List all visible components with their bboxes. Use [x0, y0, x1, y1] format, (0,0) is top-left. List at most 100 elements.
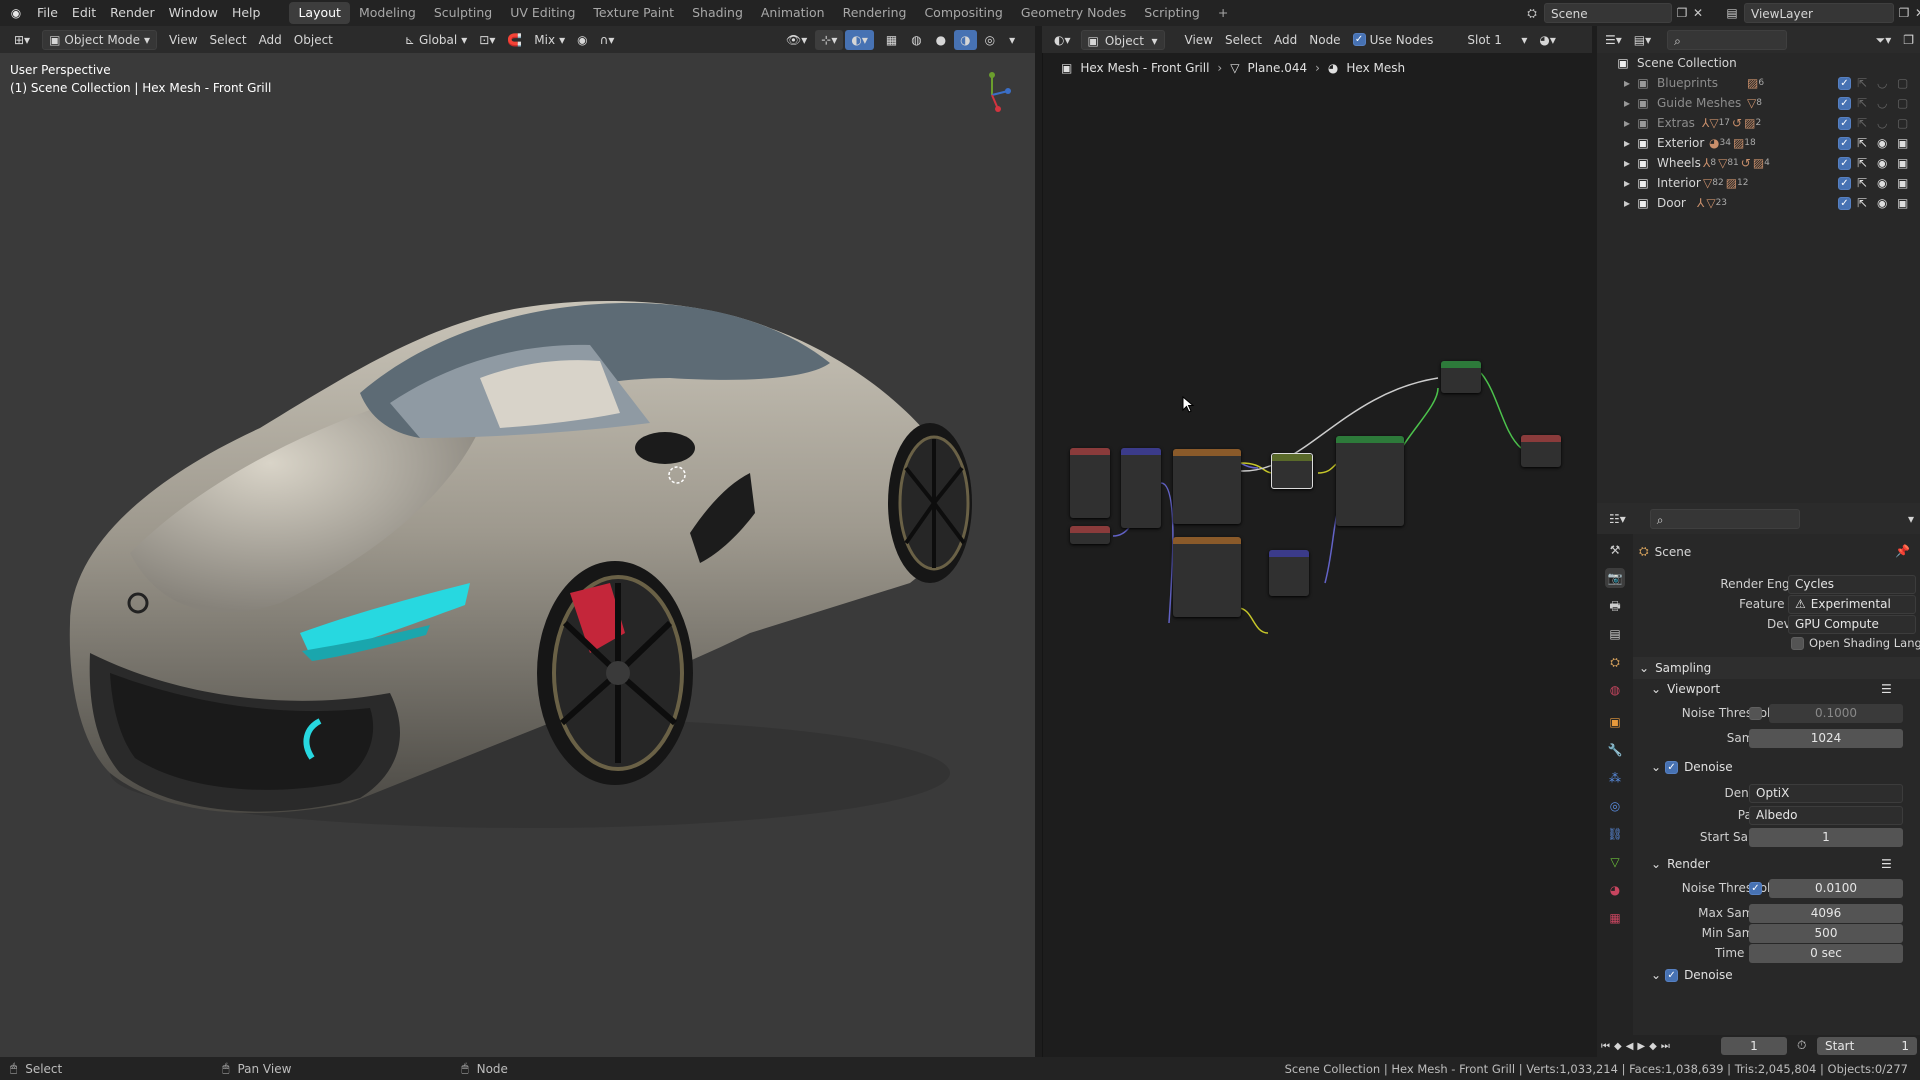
- outliner-item-extras[interactable]: ▸ ▣ Extras ⅄ ▽ 17 ↺ ▨ 2 ✓ ⇱ ◡ ▢: [1597, 113, 1920, 133]
- node-editor-type-icon[interactable]: ◐▾: [1048, 30, 1077, 50]
- jump-end-icon[interactable]: ⏭: [1661, 1041, 1670, 1052]
- solid-shading-icon[interactable]: ●: [930, 30, 952, 50]
- render-toggle-icon[interactable]: ▢: [1897, 116, 1908, 130]
- outliner-item-guide-meshes[interactable]: ▸ ▣ Guide Meshes ▽ 8 ✓ ⇱ ◡ ▢: [1597, 93, 1920, 113]
- workspace-tab-animation[interactable]: Animation: [752, 2, 834, 24]
- hide-toggle-icon[interactable]: ◉: [1877, 176, 1887, 190]
- keyframe-next-icon[interactable]: ◆: [1649, 1041, 1657, 1052]
- list-icon[interactable]: ☰: [1881, 857, 1892, 871]
- workspace-tab-rendering[interactable]: Rendering: [834, 2, 916, 24]
- select-toggle-icon[interactable]: ⇱: [1857, 196, 1867, 210]
- workspace-tab-sculpting[interactable]: Sculpting: [425, 2, 501, 24]
- exclude-checkbox[interactable]: ✓: [1838, 196, 1851, 210]
- use-nodes-checkbox[interactable]: ✓: [1352, 33, 1366, 46]
- viewport-menu-add[interactable]: Add: [253, 30, 288, 50]
- viewport-denoise-subpanel[interactable]: ⌄ ✓ Denoise: [1633, 756, 1920, 778]
- menu-window[interactable]: Window: [162, 0, 225, 26]
- pivot-point-icon[interactable]: ⊡▾: [473, 30, 501, 50]
- node-bump[interactable]: [1269, 550, 1309, 596]
- select-toggle-icon[interactable]: ⇱: [1857, 156, 1867, 170]
- viewport-subpanel-header[interactable]: ⌄ Viewport ☰: [1633, 678, 1920, 700]
- select-toggle-icon[interactable]: ⇱: [1857, 136, 1867, 150]
- node-menu-node[interactable]: Node: [1303, 30, 1346, 50]
- constraints-tab-icon[interactable]: ⛓: [1605, 824, 1625, 844]
- disclosure-triangle-icon[interactable]: ▸: [1619, 75, 1635, 91]
- device-dropdown[interactable]: GPU Compute: [1788, 614, 1916, 634]
- node-texture-coordinate[interactable]: [1070, 448, 1110, 518]
- outliner[interactable]: ▣ Scene Collection ▸ ▣ Blueprints ▨ 6 ✓ ⇱…: [1597, 53, 1920, 503]
- filter-icon[interactable]: ⏷▾: [1870, 30, 1898, 50]
- properties-editor[interactable]: ⚒ 📷 🖶 ▤ ⛭ ◍ ▣ 🔧 ⁂ ◎ ⛓ ▽ ◕ ▦ ⛭ Scene 📌 Re…: [1597, 534, 1920, 1035]
- render-tab-icon[interactable]: 📷: [1605, 568, 1625, 588]
- scene-name-field[interactable]: Scene: [1544, 3, 1672, 23]
- render-noise-threshold-field[interactable]: 0.0100: [1769, 878, 1903, 898]
- properties-type-icon[interactable]: ☷▾: [1603, 509, 1632, 529]
- pin-icon[interactable]: 📌: [1895, 544, 1910, 558]
- view-layer-name-field[interactable]: ViewLayer: [1744, 3, 1894, 23]
- viewport-menu-view[interactable]: View: [163, 30, 203, 50]
- node-image-texture-1[interactable]: [1173, 449, 1241, 524]
- render-toggle-icon[interactable]: ▣: [1897, 196, 1908, 210]
- node-color-ramp[interactable]: [1271, 453, 1313, 489]
- viewport-menu-object[interactable]: Object: [288, 30, 339, 50]
- osl-checkbox[interactable]: [1791, 636, 1804, 650]
- outliner-item-wheels[interactable]: ▸ ▣ Wheels ⅄ 8 ▽ 81 ↺ ▨ 4 ✓ ⇱ ◉ ▣: [1597, 153, 1920, 173]
- viewport-noise-threshold-field[interactable]: 0.1000: [1769, 703, 1903, 723]
- outliner-item-blueprints[interactable]: ▸ ▣ Blueprints ▨ 6 ✓ ⇱ ◡ ▢: [1597, 73, 1920, 93]
- properties-search-field[interactable]: ⌕: [1649, 508, 1800, 529]
- denoiser-dropdown[interactable]: OptiX: [1749, 783, 1903, 803]
- outliner-item-door[interactable]: ▸ ▣ Door ⅄ ▽ 23 ✓ ⇱ ◉ ▣: [1597, 193, 1920, 213]
- 3d-viewport[interactable]: User Perspective (1) Scene Collection | …: [0, 53, 1035, 1057]
- proportional-edit-icon[interactable]: ◉: [571, 30, 593, 50]
- workspace-tab-layout[interactable]: Layout: [289, 2, 350, 24]
- select-toggle-icon[interactable]: ⇱: [1857, 96, 1867, 110]
- current-frame-field[interactable]: 1: [1721, 1037, 1787, 1055]
- outliner-item-interior[interactable]: ▸ ▣ Interior ▽ 82 ▨ 12 ✓ ⇱ ◉ ▣: [1597, 173, 1920, 193]
- keyframe-prev-icon[interactable]: ◆: [1614, 1041, 1622, 1052]
- node-mapping[interactable]: [1121, 448, 1161, 528]
- node-menu-add[interactable]: Add: [1268, 30, 1303, 50]
- render-noise-threshold-checkbox[interactable]: ✓: [1749, 881, 1762, 895]
- scene-tab-icon[interactable]: ⛭: [1605, 652, 1625, 672]
- new-collection-icon[interactable]: ❐: [1897, 30, 1920, 50]
- exclude-checkbox[interactable]: ✓: [1838, 116, 1851, 130]
- world-tab-icon[interactable]: ◍: [1605, 680, 1625, 700]
- object-tab-icon[interactable]: ▣: [1605, 712, 1625, 732]
- disclosure-triangle-icon[interactable]: ▸: [1619, 175, 1635, 191]
- add-workspace-button[interactable]: +: [1209, 2, 1237, 24]
- disclosure-triangle-icon[interactable]: ▸: [1619, 155, 1635, 171]
- list-icon[interactable]: ☰: [1881, 682, 1892, 696]
- clock-icon[interactable]: ⏱: [1797, 1038, 1806, 1053]
- editor-type-icon[interactable]: ⊞▾: [8, 30, 36, 50]
- exclude-checkbox[interactable]: ✓: [1838, 76, 1851, 90]
- hide-toggle-icon[interactable]: ◡: [1877, 116, 1887, 130]
- node-image-texture-2[interactable]: [1173, 537, 1241, 617]
- snap-icon[interactable]: 🧲: [501, 30, 528, 50]
- viewport-menu-select[interactable]: Select: [204, 30, 253, 50]
- hide-toggle-icon[interactable]: ◉: [1877, 196, 1887, 210]
- new-view-layer-icon[interactable]: ❐: [1896, 5, 1912, 21]
- snap-target-dropdown[interactable]: Mix ▾: [528, 30, 571, 50]
- node-value[interactable]: [1070, 526, 1110, 544]
- workspace-tab-uv-editing[interactable]: UV Editing: [501, 2, 584, 24]
- material-shading-icon[interactable]: ◑: [954, 30, 977, 50]
- falloff-icon[interactable]: ∩▾: [594, 30, 621, 50]
- menu-help[interactable]: Help: [225, 0, 268, 26]
- outliner-item-exterior[interactable]: ▸ ▣ Exterior ◕ 34 ▨ 18 ✓ ⇱ ◉ ▣: [1597, 133, 1920, 153]
- exclude-checkbox[interactable]: ✓: [1838, 156, 1851, 170]
- select-toggle-icon[interactable]: ⇱: [1857, 116, 1867, 130]
- shader-node-editor[interactable]: ▣ Hex Mesh - Front Grill › ▽ Plane.044 ›…: [1042, 53, 1592, 1057]
- workspace-tab-geometry-nodes[interactable]: Geometry Nodes: [1012, 2, 1135, 24]
- workspace-tab-shading[interactable]: Shading: [683, 2, 752, 24]
- min-samples-field[interactable]: 500: [1749, 923, 1903, 943]
- workspace-tab-texture-paint[interactable]: Texture Paint: [584, 2, 683, 24]
- node-mix-shader[interactable]: [1441, 361, 1481, 393]
- render-toggle-icon[interactable]: ▣: [1897, 156, 1908, 170]
- play-reverse-icon[interactable]: ◀: [1626, 1041, 1634, 1052]
- max-samples-field[interactable]: 4096: [1749, 903, 1903, 923]
- node-material-output[interactable]: [1521, 435, 1561, 467]
- delete-scene-icon[interactable]: ✕: [1690, 5, 1706, 21]
- viewport-samples-field[interactable]: 1024: [1749, 728, 1903, 748]
- outliner-type-icon[interactable]: ☰▾: [1599, 30, 1628, 50]
- tool-tab-icon[interactable]: ⚒: [1605, 540, 1625, 560]
